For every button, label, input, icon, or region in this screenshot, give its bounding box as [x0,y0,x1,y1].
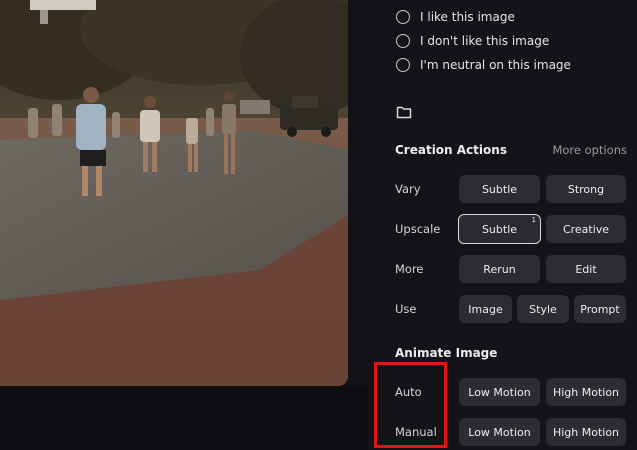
radio-button[interactable] [396,58,410,72]
vary-subtle-button[interactable]: Subtle [459,175,540,203]
auto-low-motion-button[interactable]: Low Motion [459,378,540,406]
more-options-link[interactable]: More options [552,143,627,157]
animate-image-title: Animate Image [395,346,498,360]
more-label: More [395,262,424,276]
creation-actions-title: Creation Actions [395,143,507,157]
use-label: Use [395,302,417,316]
manual-high-motion-button[interactable]: High Motion [546,418,626,446]
use-image-button[interactable]: Image [459,295,512,323]
radio-button[interactable] [396,10,410,24]
feedback-label: I don't like this image [420,34,550,48]
feedback-label: I like this image [420,10,515,24]
image-area-background [0,386,368,450]
rerun-button[interactable]: Rerun [459,255,540,283]
generated-image[interactable] [0,0,348,386]
use-style-button[interactable]: Style [517,295,569,323]
usage-count-badge: 1 [531,216,536,224]
feedback-dislike[interactable]: I don't like this image [396,31,549,51]
vary-label: Vary [395,182,421,196]
highlight-annotation-box [374,362,447,448]
vary-strong-button[interactable]: Strong [546,175,626,203]
upscale-label: Upscale [395,222,441,236]
auto-high-motion-button[interactable]: High Motion [546,378,626,406]
radio-button[interactable] [396,34,410,48]
feedback-like[interactable]: I like this image [396,7,515,27]
feedback-neutral[interactable]: I'm neutral on this image [396,55,571,75]
upscale-subtle-button[interactable]: Subtle 1 [458,214,541,244]
edit-button[interactable]: Edit [546,255,626,283]
upscale-subtle-label: Subtle [481,222,518,236]
manual-low-motion-button[interactable]: Low Motion [459,418,540,446]
basketball-court-photo [0,0,348,386]
folder-icon[interactable] [396,105,412,119]
upscale-creative-button[interactable]: Creative [546,215,626,243]
feedback-label: I'm neutral on this image [420,58,571,72]
use-prompt-button[interactable]: Prompt [574,295,626,323]
